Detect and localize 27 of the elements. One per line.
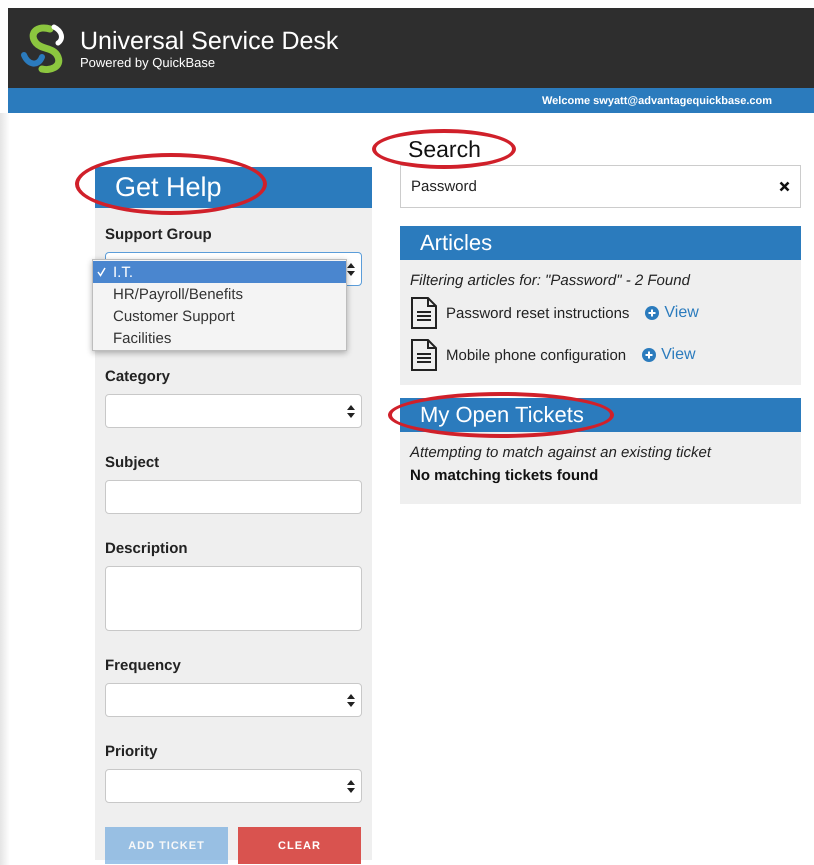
section-title: Search <box>408 136 481 162</box>
dropdown-option[interactable]: Customer Support <box>93 305 346 327</box>
field-label: Priority <box>105 743 159 760</box>
article-title: Password reset instructions <box>446 304 630 322</box>
article-title: Mobile phone configuration <box>446 346 626 364</box>
result-text: No matching tickets found <box>410 467 600 484</box>
search-field[interactable]: Password <box>400 165 801 208</box>
search-value: Password <box>411 178 477 195</box>
filter-text: Filtering articles for: "Password" - 2 Found <box>410 272 692 289</box>
view-link[interactable]: View <box>642 346 696 364</box>
panel-title: My Open Tickets <box>420 402 584 427</box>
welcome-text: Welcome swyatt@advantagequickbase.com <box>542 94 772 106</box>
panel-title: Articles <box>420 230 492 255</box>
dropdown-option[interactable]: HR/Payroll/Benefits <box>93 283 346 305</box>
clear-button[interactable]: CLEAR <box>238 827 361 864</box>
field-label: Frequency <box>105 657 182 674</box>
field-label: Description <box>105 540 189 557</box>
panel-title: Get Help <box>115 172 222 202</box>
field-label: Subject <box>105 454 160 471</box>
field-label: Support Group <box>105 226 213 243</box>
app-title: Universal Service Desk <box>80 26 338 54</box>
app-subtitle: Powered by QuickBase <box>80 54 216 70</box>
dropdown-option[interactable]: Facilities <box>93 327 346 349</box>
dropdown-option[interactable]: I.T. <box>93 261 346 283</box>
view-link[interactable]: View <box>645 304 699 322</box>
status-text: Attempting to match against an existing ticket <box>410 444 712 461</box>
field-label: Category <box>105 368 172 385</box>
